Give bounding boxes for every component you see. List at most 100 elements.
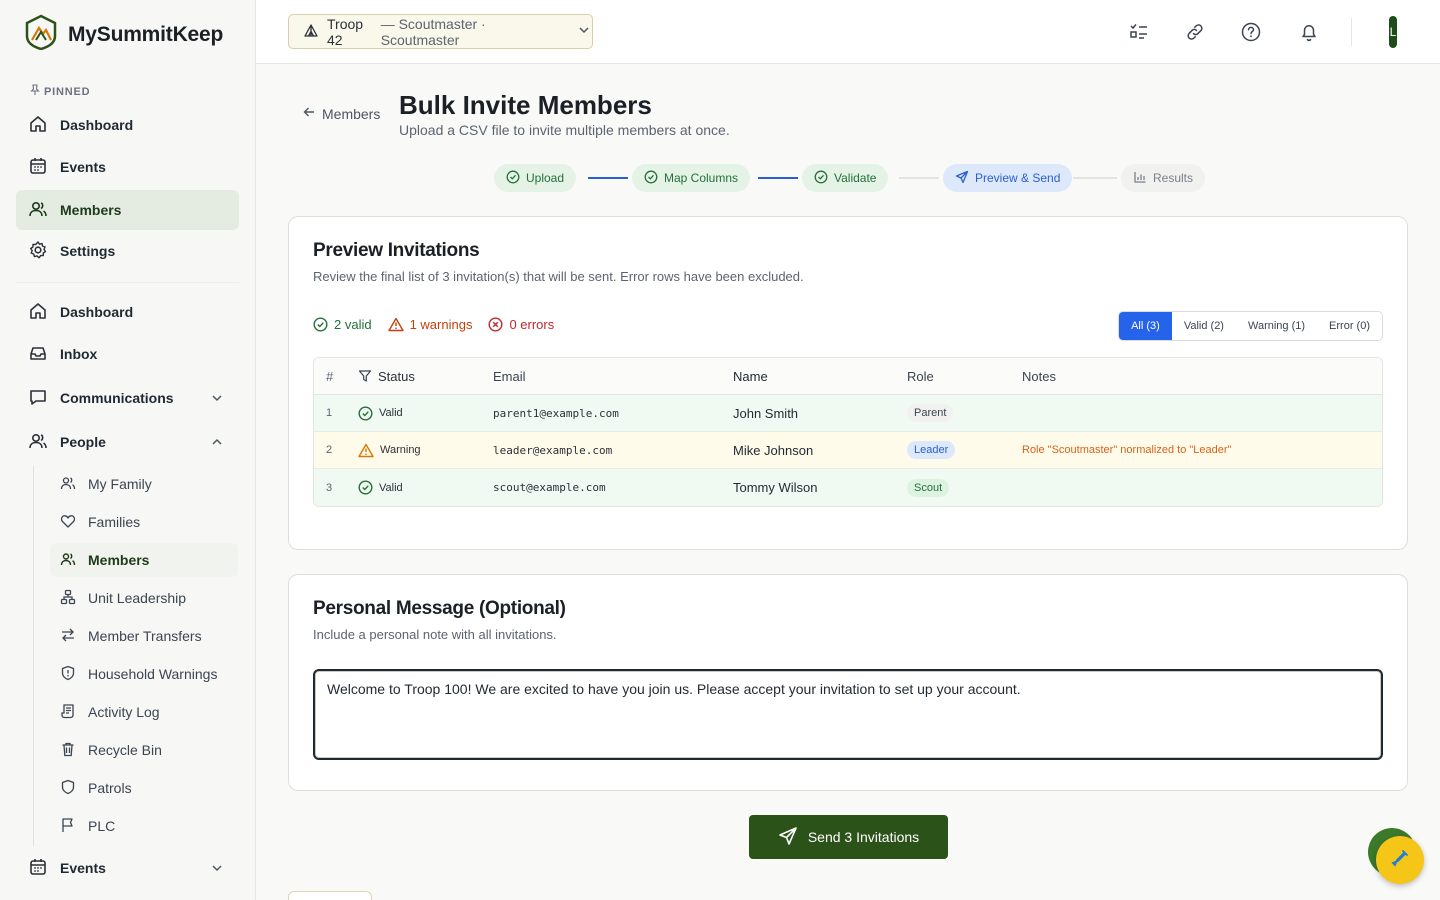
checklist-icon[interactable] [1128,21,1150,43]
step-preview-send[interactable]: Preview & Send [943,164,1073,192]
filter-all[interactable]: All (3) [1119,312,1172,340]
bar-chart-icon [1133,170,1147,187]
flag-icon [60,817,76,836]
filter-valid[interactable]: Valid (2) [1172,312,1236,340]
chevron-up-icon[interactable] [209,434,225,453]
link-icon[interactable] [1184,21,1206,43]
sidebar-item-recycle-bin[interactable]: Recycle Bin [50,733,238,767]
top-bar: Troop 42 — Scoutmaster · Scoutmaster L [256,0,1440,64]
gear-icon [28,240,48,263]
check-circle-icon [358,480,373,495]
col-notes: Notes [1022,368,1056,384]
shield-alert-icon [60,665,76,684]
home-icon [28,114,48,137]
pinned-section-label: PINNED [30,84,90,99]
trash-icon [60,741,76,760]
troop-name: Troop 42 [327,15,364,48]
check-circle-icon [313,317,328,332]
message-icon [28,387,48,410]
row-email: parent1@example.com [493,406,619,420]
row-email: scout@example.com [493,481,606,494]
flask-icon [1391,849,1409,872]
sidebar-item-member-transfers[interactable]: Member Transfers [50,619,238,653]
main-content: Members Bulk Invite Members Upload a CSV… [256,64,1440,900]
col-email: Email [493,368,526,384]
send-invitations-button[interactable]: Send 3 Invitations [749,815,948,859]
row-status: Warning [380,444,421,456]
validation-summary: 2 valid 1 warnings 0 errors [313,317,554,332]
sidebar-item-activity-log[interactable]: Activity Log [50,695,238,729]
filter-warning[interactable]: Warning (1) [1236,312,1317,340]
row-notes: Role "Scoutmaster" normalized to "Leader… [1022,444,1232,456]
check-circle-icon [506,170,520,187]
row-name: Tommy Wilson [733,480,818,495]
sidebar: MySummitKeep PINNED Dashboard Events Mem… [0,0,256,900]
calendar-icon [28,156,48,179]
inbox-icon [28,343,48,366]
pinned-events[interactable]: Events [16,147,239,187]
mountain-logo-icon [24,14,58,55]
pinned-settings[interactable]: Settings [16,231,239,271]
row-email: leader@example.com [493,443,613,457]
page-subtitle: Upload a CSV file to invite multiple mem… [399,122,730,138]
chevron-down-icon[interactable] [209,390,225,409]
sidebar-item-events[interactable]: Events [16,848,239,888]
sidebar-item-plc[interactable]: PLC [50,809,238,843]
sidebar-item-dashboard[interactable]: Dashboard [16,292,239,332]
row-name: Mike Johnson [733,442,814,458]
page-title: Bulk Invite Members [399,90,652,120]
pinned-dashboard[interactable]: Dashboard [16,105,239,145]
back-link[interactable]: Members [302,105,380,122]
sidebar-item-people[interactable]: People [16,422,239,462]
users-icon [28,199,48,222]
step-validate[interactable]: Validate [802,164,889,192]
step-connector [1073,177,1117,179]
personal-message-textarea[interactable] [313,669,1383,760]
invitations-table: # Status Email Name Role Notes 1 Valid p… [313,357,1383,507]
table-row: 1 Valid parent1@example.com John Smith P… [314,395,1382,432]
sidebar-item-unit-leadership[interactable]: Unit Leadership [50,581,238,615]
row-status: Valid [379,481,403,494]
check-circle-icon [644,170,658,187]
sidebar-item-inbox[interactable]: Inbox [16,334,239,374]
col-status[interactable]: Status [358,369,493,384]
help-icon[interactable] [1240,21,1262,43]
sidebar-item-patrols[interactable]: Patrols [50,771,238,805]
troop-role: — Scoutmaster · Scoutmaster [380,15,486,48]
role-badge: Leader [907,441,956,459]
test-tools-fab[interactable] [1376,836,1424,884]
troop-selector[interactable]: Troop 42 — Scoutmaster · Scoutmaster [288,14,593,49]
step-map-columns[interactable]: Map Columns [632,164,751,192]
step-connector [899,177,939,179]
bell-icon[interactable] [1298,21,1320,43]
sidebar-item-communications[interactable]: Communications [16,378,239,418]
pinned-members[interactable]: Members [16,190,239,230]
brand[interactable]: MySummitKeep [24,14,223,55]
filter-error[interactable]: Error (0) [1317,312,1382,340]
submenu-guide-line [33,466,34,846]
users-icon [28,431,48,454]
users-icon [60,475,76,494]
chevron-down-icon[interactable] [209,860,225,879]
check-circle-icon [358,405,373,421]
message-title: Personal Message (Optional) [313,598,566,619]
topbar-divider [1351,18,1352,46]
avatar[interactable]: L [1389,16,1397,48]
preview-subtitle: Review the final list of 3 invitation(s)… [313,269,804,284]
app-name: MySummitKeep [68,22,224,46]
home-icon [28,301,48,324]
preview-title: Preview Invitations [313,240,480,261]
step-results[interactable]: Results [1121,164,1206,192]
valid-count: 2 valid [313,317,372,332]
sidebar-item-members[interactable]: Members [50,543,238,577]
sidebar-item-my-family[interactable]: My Family [50,467,238,501]
role-badge: Parent [907,404,954,422]
next-card-peek [288,891,372,900]
sidebar-item-families[interactable]: Families [50,505,238,539]
step-upload[interactable]: Upload [494,164,577,192]
sidebar-item-household-warnings[interactable]: Household Warnings [50,657,238,691]
col-role: Role [907,368,934,384]
error-count: 0 errors [488,317,554,332]
arrow-left-icon [302,105,316,122]
transfer-icon [60,627,76,646]
